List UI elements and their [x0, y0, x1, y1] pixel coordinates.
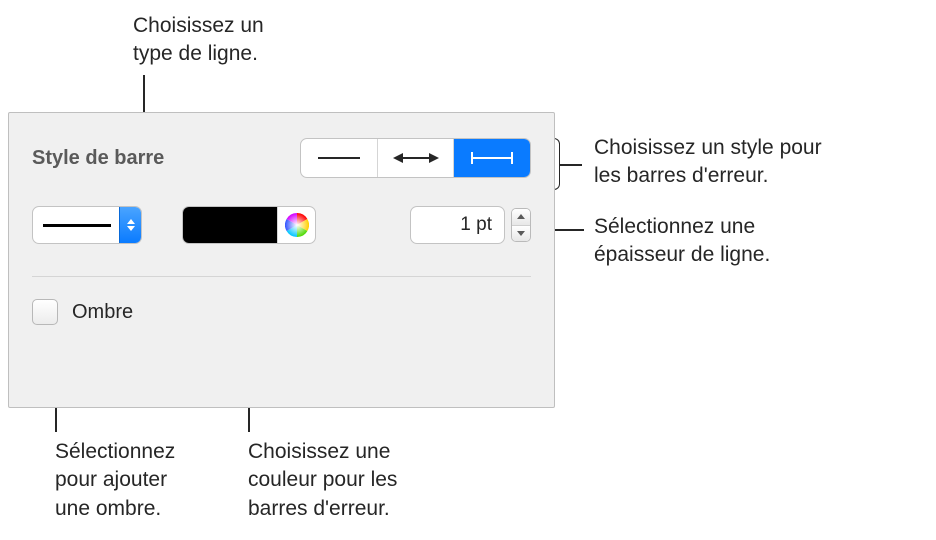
error-bar-style-line[interactable]	[301, 139, 378, 177]
line-cap-arrow-icon	[393, 151, 439, 165]
shadow-checkbox[interactable]	[32, 299, 58, 325]
section-label-bar-style: Style de barre	[32, 147, 164, 170]
color-wheel-icon	[285, 213, 309, 237]
stepper-up-button[interactable]	[512, 209, 530, 226]
error-bar-style-capped[interactable]	[454, 139, 530, 177]
line-cap-none-icon	[316, 151, 362, 165]
callout-bar-style: Choisissez un style pour les barres d'er…	[594, 134, 822, 191]
popup-arrows-icon	[119, 207, 141, 243]
callout-thickness: Sélectionnez une épaisseur de ligne.	[594, 213, 770, 270]
line-thickness-stepper[interactable]	[511, 208, 531, 242]
line-thickness-field[interactable]: 1 pt	[410, 206, 505, 244]
chevron-up-icon	[517, 214, 525, 219]
line-cap-t-icon	[469, 151, 515, 165]
line-type-popup[interactable]	[32, 206, 142, 244]
divider	[32, 276, 531, 277]
callout-shadow: Sélectionnez pour ajouter une ombre.	[55, 438, 175, 523]
color-picker-button[interactable]	[278, 207, 315, 243]
callout-line-type: Choisissez un type de ligne.	[133, 12, 264, 69]
line-sample-icon	[43, 224, 111, 227]
color-swatch[interactable]	[183, 207, 278, 243]
shadow-label: Ombre	[72, 301, 133, 324]
chevron-down-icon	[517, 231, 525, 236]
error-bar-style-arrow[interactable]	[378, 139, 455, 177]
color-well[interactable]	[182, 206, 316, 244]
callout-color: Choisissez une couleur pour les barres d…	[248, 438, 397, 523]
inspector-panel: Style de barre	[8, 112, 555, 408]
stepper-down-button[interactable]	[512, 226, 530, 242]
error-bar-style-segmented[interactable]	[300, 138, 531, 178]
